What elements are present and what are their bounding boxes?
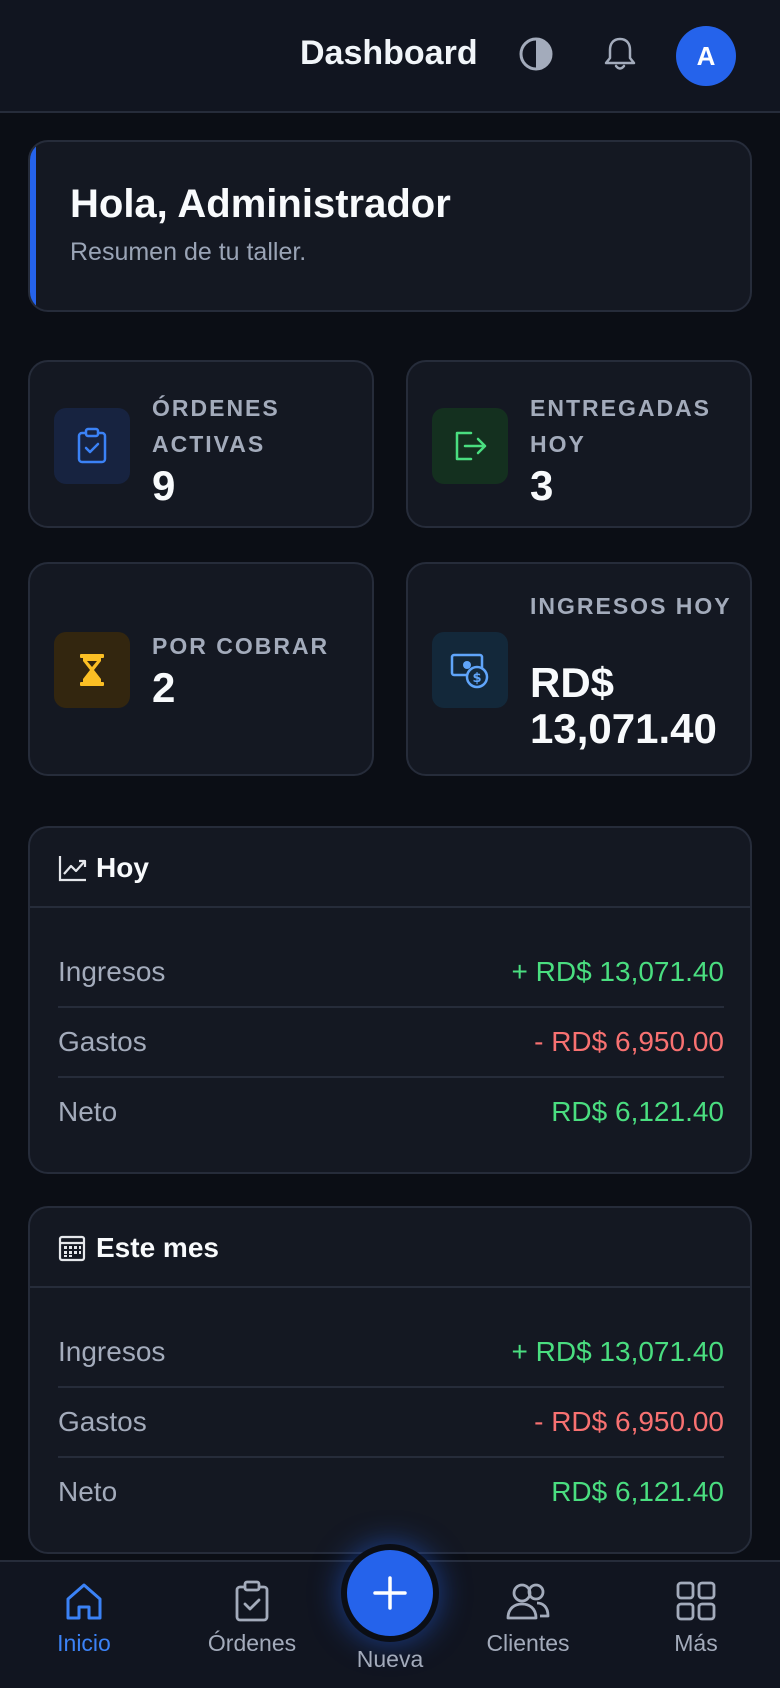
row-label: Ingresos xyxy=(58,956,166,987)
welcome-card: Hola, Administrador Resumen de tu taller… xyxy=(28,140,752,312)
row-value: - RD$ 6,950.00 xyxy=(534,1026,724,1057)
money-icon: $ xyxy=(450,653,489,689)
summary-row-expenses: Gastos - RD$ 6,950.00 xyxy=(58,1388,724,1458)
stat-value: 9 xyxy=(152,462,176,509)
row-label: Gastos xyxy=(58,1026,147,1057)
stat-value: 3 xyxy=(530,462,554,509)
section-title: Este mes xyxy=(96,1232,219,1263)
nav-label: Inicio xyxy=(57,1630,111,1656)
row-label: Gastos xyxy=(58,1406,147,1437)
summary-row-net: Neto RD$ 6,121.40 xyxy=(58,1458,724,1528)
row-value: RD$ 6,121.40 xyxy=(551,1476,724,1507)
stat-icon-box xyxy=(432,408,508,484)
exit-arrow-icon xyxy=(455,431,487,461)
summary-row-income: Ingresos + RD$ 13,071.40 xyxy=(58,938,724,1008)
contrast-icon xyxy=(519,37,553,71)
section-title: Hoy xyxy=(96,852,149,883)
row-value: + RD$ 13,071.40 xyxy=(511,956,725,987)
nav-label: Clientes xyxy=(486,1630,570,1656)
row-value: RD$ 6,121.40 xyxy=(551,1096,724,1127)
section-header: Este mes xyxy=(30,1208,750,1288)
summary-row-net: Neto RD$ 6,121.40 xyxy=(58,1078,724,1148)
new-order-fab[interactable] xyxy=(341,1544,439,1642)
user-avatar[interactable]: A xyxy=(676,26,736,86)
nav-item-home[interactable]: Inicio xyxy=(24,1580,144,1680)
stat-label: INGRESOS HOY xyxy=(530,593,732,619)
row-label: Ingresos xyxy=(58,1336,166,1367)
stat-icon-box xyxy=(54,408,130,484)
row-label: Neto xyxy=(58,1096,118,1127)
summary-row-income: Ingresos + RD$ 13,071.40 xyxy=(58,1318,724,1388)
clipboard-check-icon xyxy=(77,427,107,464)
stat-card-active-orders[interactable]: ÓRDENES ACTIVAS 9 xyxy=(28,360,374,528)
nav-label-new: Nueva xyxy=(356,1646,424,1672)
summary-row-expenses: Gastos - RD$ 6,950.00 xyxy=(58,1008,724,1078)
welcome-subtitle: Resumen de tu taller. xyxy=(70,238,307,266)
nav-item-orders[interactable]: Órdenes xyxy=(192,1580,312,1680)
month-summary-card: Este mes Ingresos + RD$ 13,071.40 Gastos… xyxy=(28,1206,752,1554)
welcome-accent-bar xyxy=(30,142,36,310)
stat-label: POR COBRAR xyxy=(152,633,330,659)
stat-icon-box: $ xyxy=(432,632,508,708)
clipboard-icon xyxy=(235,1580,269,1622)
welcome-title: Hola, Administrador xyxy=(70,182,451,226)
nav-item-more[interactable]: Más xyxy=(636,1580,756,1680)
nav-label: Órdenes xyxy=(207,1630,297,1656)
svg-text:$: $ xyxy=(472,671,481,686)
stat-card-income-today[interactable]: $ INGRESOS HOY RD$ 13,071.40 xyxy=(406,562,752,776)
stat-card-receivable[interactable]: POR COBRAR 2 xyxy=(28,562,374,776)
grid-icon xyxy=(676,1581,716,1621)
stat-value: 2 xyxy=(152,664,176,711)
row-label: Neto xyxy=(58,1476,118,1507)
home-icon xyxy=(66,1583,102,1620)
hourglass-icon xyxy=(80,654,104,686)
row-value: + RD$ 13,071.40 xyxy=(511,1336,725,1367)
stat-card-delivered-today[interactable]: ENTREGADAS HOY 3 xyxy=(406,360,752,528)
bell-icon xyxy=(604,37,636,70)
top-app-bar: Dashboard A xyxy=(0,0,780,113)
calendar-icon xyxy=(58,1235,86,1262)
page-title: Dashboard xyxy=(300,34,478,72)
users-icon xyxy=(506,1583,550,1620)
stat-icon-box xyxy=(54,632,130,708)
notifications-button[interactable] xyxy=(600,34,640,74)
theme-toggle-button[interactable] xyxy=(516,34,556,74)
row-value: - RD$ 6,950.00 xyxy=(534,1406,724,1437)
today-summary-card: Hoy Ingresos + RD$ 13,071.40 Gastos - RD… xyxy=(28,826,752,1174)
trending-up-icon xyxy=(58,856,87,882)
section-header: Hoy xyxy=(30,828,750,908)
nav-item-clients[interactable]: Clientes xyxy=(468,1580,588,1680)
nav-label: Más xyxy=(674,1630,718,1656)
stat-label: ÓRDENES ACTIVAS xyxy=(152,395,280,457)
stat-label: ENTREGADAS HOY xyxy=(530,395,712,457)
plus-icon xyxy=(373,1576,407,1610)
stat-value: RD$ 13,071.40 xyxy=(530,659,717,752)
